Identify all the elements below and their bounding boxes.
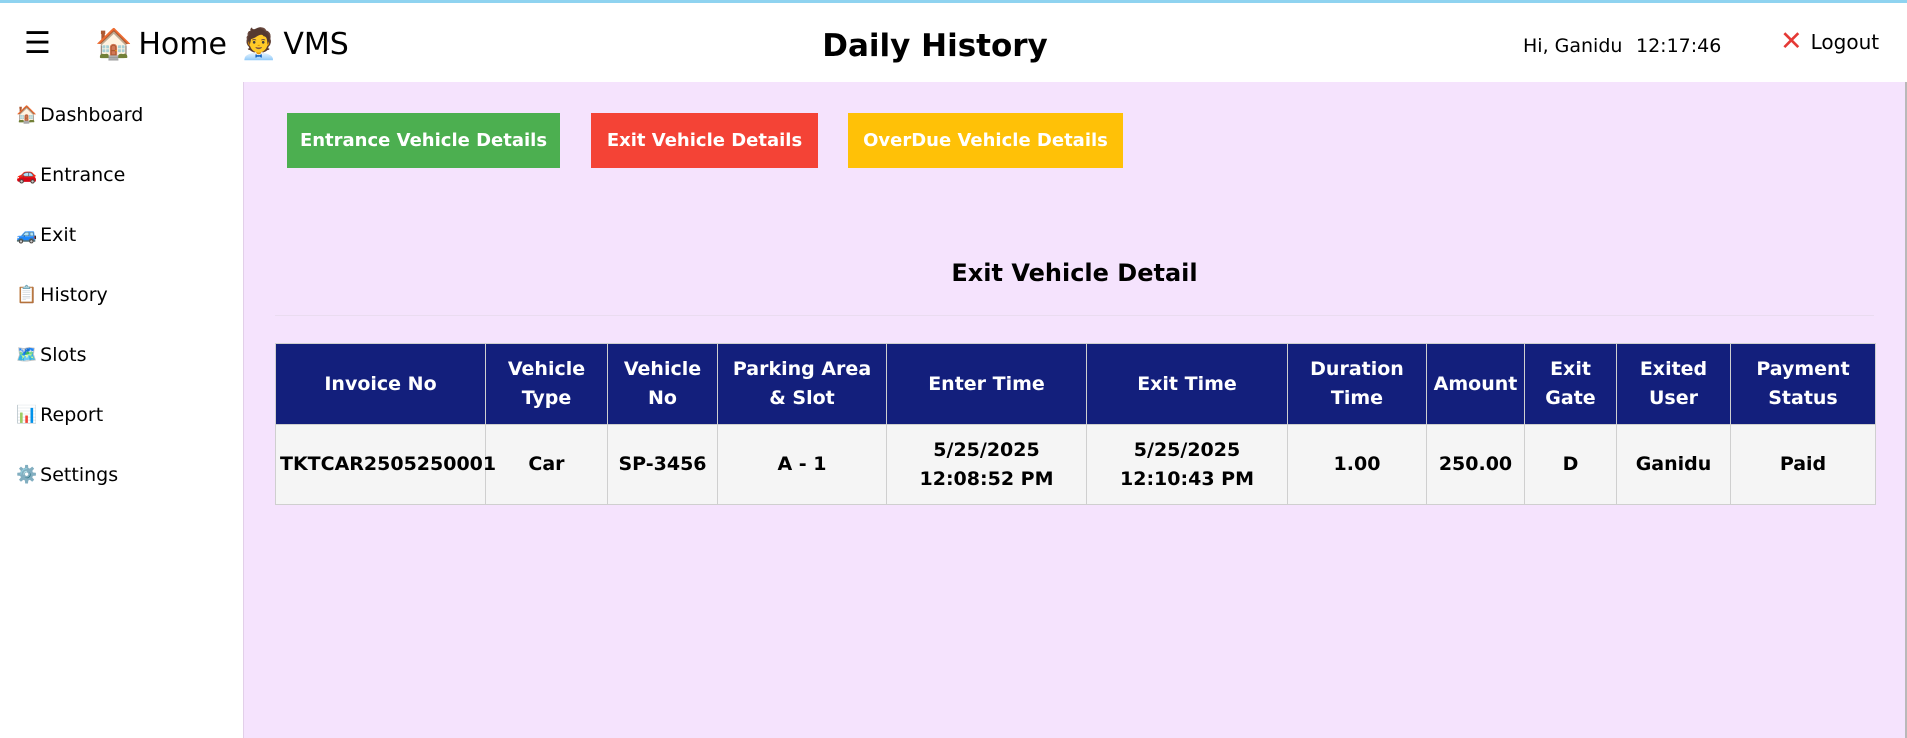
column-header-enter-time[interactable]: Enter Time bbox=[886, 343, 1087, 425]
column-header-exit-time[interactable]: Exit Time bbox=[1086, 343, 1288, 425]
column-header-parking-area-slot[interactable]: Parking Area & Slot bbox=[717, 343, 887, 425]
logout-label: Logout bbox=[1810, 30, 1880, 54]
sidebar-item-history[interactable]: 📋 History bbox=[16, 283, 108, 307]
column-header-amount[interactable]: Amount bbox=[1426, 343, 1525, 425]
column-header-payment-status[interactable]: Payment Status bbox=[1730, 343, 1876, 425]
sidebar-item-exit[interactable]: 🚙 Exit bbox=[16, 223, 76, 247]
sidebar-item-label: Entrance bbox=[40, 164, 126, 186]
clock-time: 12:17:46 bbox=[1636, 35, 1722, 57]
column-header-exit-gate[interactable]: Exit Gate bbox=[1524, 343, 1617, 425]
exit-vehicle-details-button[interactable]: Exit Vehicle Details bbox=[591, 113, 818, 168]
sidebar-item-entrance[interactable]: 🚗 Entrance bbox=[16, 163, 125, 187]
exit-time-cell: 5/25/2025 12:10:43 PM bbox=[1086, 424, 1288, 505]
parking-slot-cell: A - 1 bbox=[717, 424, 887, 505]
user-greeting: Hi, Ganidu bbox=[1523, 35, 1623, 57]
exit-vehicle-table: Invoice No Vehicle Type Vehicle No Parki… bbox=[275, 343, 1876, 505]
logout-button[interactable]: ✕ Logout bbox=[1780, 26, 1880, 57]
column-header-invoice-no[interactable]: Invoice No bbox=[275, 343, 486, 425]
sidebar-item-dashboard[interactable]: 🏠 Dashboard bbox=[16, 103, 143, 127]
column-header-vehicle-no[interactable]: Vehicle No bbox=[607, 343, 718, 425]
enter-time-cell: 5/25/2025 12:08:52 PM bbox=[886, 424, 1087, 505]
column-header-vehicle-type[interactable]: Vehicle Type bbox=[485, 343, 608, 425]
sidebar-item-label: History bbox=[40, 284, 108, 306]
close-icon: ✕ bbox=[1780, 26, 1803, 57]
invoice-no-cell: TKTCAR2505250001 bbox=[275, 424, 496, 505]
bar-chart-icon: 📊 bbox=[16, 405, 38, 425]
table-header-row: Invoice No Vehicle Type Vehicle No Parki… bbox=[275, 343, 1876, 425]
column-header-exited-user[interactable]: Exited User bbox=[1616, 343, 1731, 425]
amount-cell: 250.00 bbox=[1426, 424, 1525, 505]
house-icon: 🏠 bbox=[16, 105, 38, 125]
column-header-duration-time[interactable]: Duration Time bbox=[1287, 343, 1427, 425]
sidebar-item-label: Exit bbox=[40, 224, 77, 246]
sidebar-item-label: Settings bbox=[40, 464, 119, 486]
exit-gate-cell: D bbox=[1524, 424, 1617, 505]
vehicle-no-cell: SP-3456 bbox=[607, 424, 718, 505]
sidebar-item-report[interactable]: 📊 Report bbox=[16, 403, 103, 427]
gear-icon: ⚙️ bbox=[16, 465, 38, 485]
clipboard-icon: 📋 bbox=[16, 285, 38, 305]
duration-cell: 1.00 bbox=[1287, 424, 1427, 505]
entrance-vehicle-details-button[interactable]: Entrance Vehicle Details bbox=[287, 113, 560, 168]
sidebar-item-label: Dashboard bbox=[40, 104, 144, 126]
exited-user-cell: Ganidu bbox=[1616, 424, 1731, 505]
sidebar-item-label: Slots bbox=[40, 344, 87, 366]
payment-status-cell: Paid bbox=[1730, 424, 1876, 505]
divider bbox=[275, 315, 1874, 316]
vehicle-type-cell: Car bbox=[485, 424, 608, 505]
sidebar: 🏠 Dashboard 🚗 Entrance 🚙 Exit 📋 History … bbox=[0, 82, 244, 738]
table-row: TKTCAR2505250001 Car SP-3456 A - 1 5/25/… bbox=[275, 424, 1876, 505]
suv-icon: 🚙 bbox=[16, 225, 38, 245]
overdue-vehicle-details-button[interactable]: OverDue Vehicle Details bbox=[848, 113, 1123, 168]
sidebar-item-settings[interactable]: ⚙️ Settings bbox=[16, 463, 118, 487]
sidebar-item-slots[interactable]: 🗺️ Slots bbox=[16, 343, 86, 367]
section-title: Exit Vehicle Detail bbox=[951, 259, 1198, 287]
car-icon: 🚗 bbox=[16, 165, 38, 185]
map-icon: 🗺️ bbox=[16, 345, 38, 365]
top-bar: ☰ 🏠 Home 🧑‍💼 VMS Daily History Hi, Ganid… bbox=[0, 0, 1907, 82]
sidebar-item-label: Report bbox=[40, 404, 104, 426]
